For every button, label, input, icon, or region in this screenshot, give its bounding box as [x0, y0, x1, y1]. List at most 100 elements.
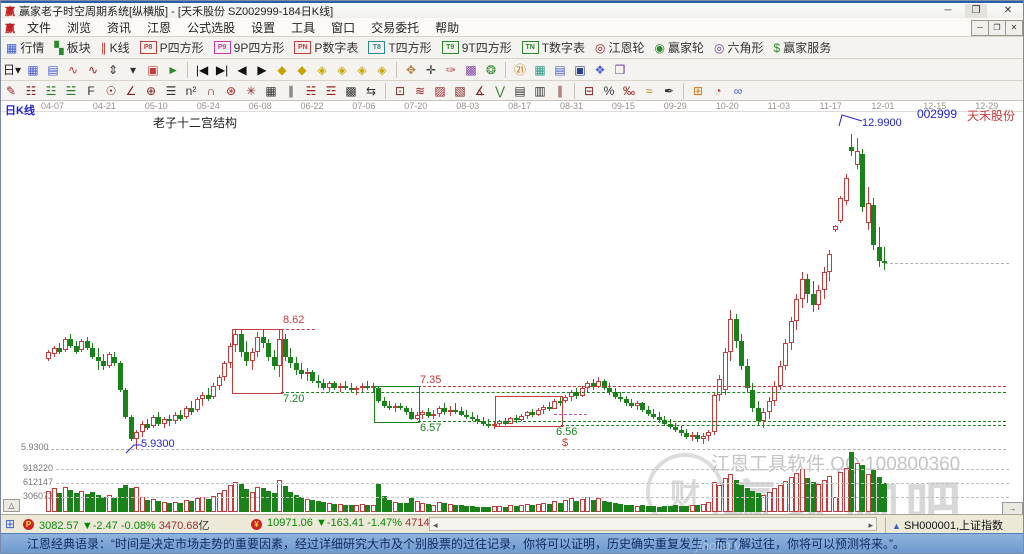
toolbar-button-赢家轮[interactable]: ◉赢家轮: [650, 38, 710, 57]
slashes-icon[interactable]: ∥: [550, 82, 570, 100]
gold-ratio-icon[interactable]: ≈: [639, 82, 659, 100]
sh-index-quote[interactable]: 3082.57 ▼-2.47 -0.08% 3470.68亿: [39, 517, 210, 533]
ladder-icon[interactable]: ▤: [510, 82, 530, 100]
shaded-net2-icon[interactable]: ▧: [450, 82, 470, 100]
menu-item-设置[interactable]: 设置: [243, 17, 283, 38]
toolbar-button-P数字表[interactable]: PNP数字表: [289, 38, 363, 57]
toolbar-button-P四方形[interactable]: P8P四方形: [135, 38, 209, 57]
toolbar-button-K线[interactable]: ∥K线: [96, 38, 135, 57]
toolbar-button-六角形[interactable]: ◎六角形: [709, 38, 769, 57]
fan-lines-icon[interactable]: ≋: [410, 82, 430, 100]
circle-arc-icon[interactable]: ⊕: [141, 82, 161, 100]
restore-button[interactable]: ❐: [965, 4, 987, 18]
menu-item-公式选股[interactable]: 公式选股: [179, 17, 243, 38]
star-burst-icon[interactable]: ✳: [241, 82, 261, 100]
gann-grid3-icon[interactable]: ☱: [61, 82, 81, 100]
pencil-tool-icon[interactable]: ✎: [1, 82, 21, 100]
trend-large-icon[interactable]: ∿: [83, 61, 103, 79]
save-icon[interactable]: ▣: [570, 61, 590, 79]
flag-icon[interactable]: ►: [163, 61, 183, 79]
next-bar-button[interactable]: ▶: [252, 61, 272, 79]
report-icon[interactable]: ▤: [550, 61, 570, 79]
ladder2-icon[interactable]: ▥: [530, 82, 550, 100]
horizontal-scrollbar[interactable]: ◂ ▸: [429, 517, 877, 531]
check-line-icon[interactable]: ⋁: [490, 82, 510, 100]
gann-diamond-arrow-icon[interactable]: ◈: [352, 61, 372, 79]
arc-icon[interactable]: ∩: [201, 82, 221, 100]
scroll-right-arrow-icon[interactable]: ▸: [868, 520, 873, 531]
tools-extra-icon[interactable]: ❒: [610, 61, 630, 79]
close-button[interactable]: ✕: [997, 4, 1019, 18]
chart-area[interactable]: 04-0704-2105-1005-2406-0806-2207-0607-20…: [1, 101, 1023, 514]
pie-circle-icon[interactable]: ◔: [708, 82, 728, 100]
toolbar-button-9P四方形[interactable]: P99P四方形: [209, 38, 290, 57]
gann-grid-icon[interactable]: ☷: [21, 82, 41, 100]
dynamic-chart-icon[interactable]: ▣: [143, 61, 163, 79]
menu-item-江恩[interactable]: 江恩: [139, 17, 179, 38]
scroll-left-arrow-icon[interactable]: ◂: [433, 520, 438, 531]
gann-diamond-icon[interactable]: ◆: [272, 61, 292, 79]
crosshair-tool-icon[interactable]: ✛: [421, 61, 441, 79]
spiral-icon[interactable]: ☉: [101, 82, 121, 100]
angle-ruler-icon[interactable]: ∠: [121, 82, 141, 100]
chart-window-icon[interactable]: ▦: [23, 61, 43, 79]
gann-grid2-icon[interactable]: ☳: [41, 82, 61, 100]
gann-diamond-arrow-icon[interactable]: ◈: [332, 61, 352, 79]
toolbar-button-行情[interactable]: ▦行情: [1, 38, 49, 57]
infinity-icon[interactable]: ∞: [728, 82, 748, 100]
toolbar-button-江恩轮[interactable]: ◎江恩轮: [590, 38, 650, 57]
fibonacci-f-icon[interactable]: F: [81, 82, 101, 100]
first-bar-button[interactable]: |◀: [192, 61, 212, 79]
marker-icon[interactable]: ☵: [301, 82, 321, 100]
toolbar-button-板块[interactable]: ▚板块: [49, 38, 95, 57]
minimize-button[interactable]: ─: [937, 4, 959, 18]
prev-bar-button[interactable]: ◀: [232, 61, 252, 79]
gann-diamond-arrow-icon[interactable]: ◈: [312, 61, 332, 79]
menu-item-浏览[interactable]: 浏览: [59, 17, 99, 38]
menu-item-帮助[interactable]: 帮助: [427, 17, 467, 38]
n-square-icon[interactable]: n²: [181, 82, 201, 100]
sz-index-quote[interactable]: 10971.06 ▼-163.41 -1.47% 4714.2: [267, 517, 439, 529]
target-icon[interactable]: ⊛: [221, 82, 241, 100]
gann-diamond-icon[interactable]: ◆: [292, 61, 312, 79]
index-panel[interactable]: ▲ SH000001,上证指数: [885, 517, 1003, 533]
info-panel-icon[interactable]: ▤: [43, 61, 63, 79]
pen-tool-icon[interactable]: ✑: [441, 61, 461, 79]
toolbar-button-赢家服务[interactable]: $赢家服务: [769, 38, 837, 57]
menu-item-窗口[interactable]: 窗口: [323, 17, 363, 38]
mdi-restore-button[interactable]: ❐: [988, 20, 1006, 36]
grid-orange-icon[interactable]: ⊞: [688, 82, 708, 100]
scroll-up-button[interactable]: △: [3, 499, 20, 512]
trend-small-icon[interactable]: ∿: [63, 61, 83, 79]
shaded-net-icon[interactable]: ▨: [430, 82, 450, 100]
percent-icon[interactable]: %: [599, 82, 619, 100]
calendar-icon[interactable]: ㉑: [510, 61, 530, 79]
export-icon[interactable]: ❖: [590, 61, 610, 79]
menu-item-资讯[interactable]: 资讯: [99, 17, 139, 38]
last-bar-button[interactable]: ▶|: [212, 61, 232, 79]
toolbar-button-9T四方形[interactable]: T99T四方形: [437, 38, 517, 57]
shade-box-icon[interactable]: ▦: [261, 82, 281, 100]
grid-icon[interactable]: ⊞: [5, 517, 15, 531]
menu-item-工具[interactable]: 工具: [283, 17, 323, 38]
width-arrows-icon[interactable]: ⇆: [361, 82, 381, 100]
grid-box-icon[interactable]: ▩: [341, 82, 361, 100]
wheel-small-icon[interactable]: ❂: [481, 61, 501, 79]
period-label[interactable]: 日K线: [5, 102, 35, 118]
period-day-dropdown[interactable]: 日▾: [1, 61, 23, 79]
gann-diamond-arrow-icon[interactable]: ◈: [372, 61, 392, 79]
scroll-right-button[interactable]: →: [1002, 502, 1023, 514]
mdi-close-button[interactable]: ✕: [1005, 20, 1023, 36]
bars-icon[interactable]: ☰: [161, 82, 181, 100]
toolbar-button-T四方形[interactable]: T8T四方形: [363, 38, 436, 57]
toolbar-button-T数字表[interactable]: TNT数字表: [517, 38, 590, 57]
scale-dropdown-icon[interactable]: ▾: [123, 61, 143, 79]
permille-icon[interactable]: ‰: [619, 82, 639, 100]
candle-scale-icon[interactable]: ⇕: [103, 61, 123, 79]
marker2-icon[interactable]: ☲: [321, 82, 341, 100]
menu-item-交易委托[interactable]: 交易委托: [363, 17, 427, 38]
menu-item-文件[interactable]: 文件: [19, 17, 59, 38]
kline-pair-icon[interactable]: ∥: [281, 82, 301, 100]
window-tool-icon[interactable]: ⊡: [390, 82, 410, 100]
mdi-minimize-button[interactable]: ─: [971, 20, 989, 36]
